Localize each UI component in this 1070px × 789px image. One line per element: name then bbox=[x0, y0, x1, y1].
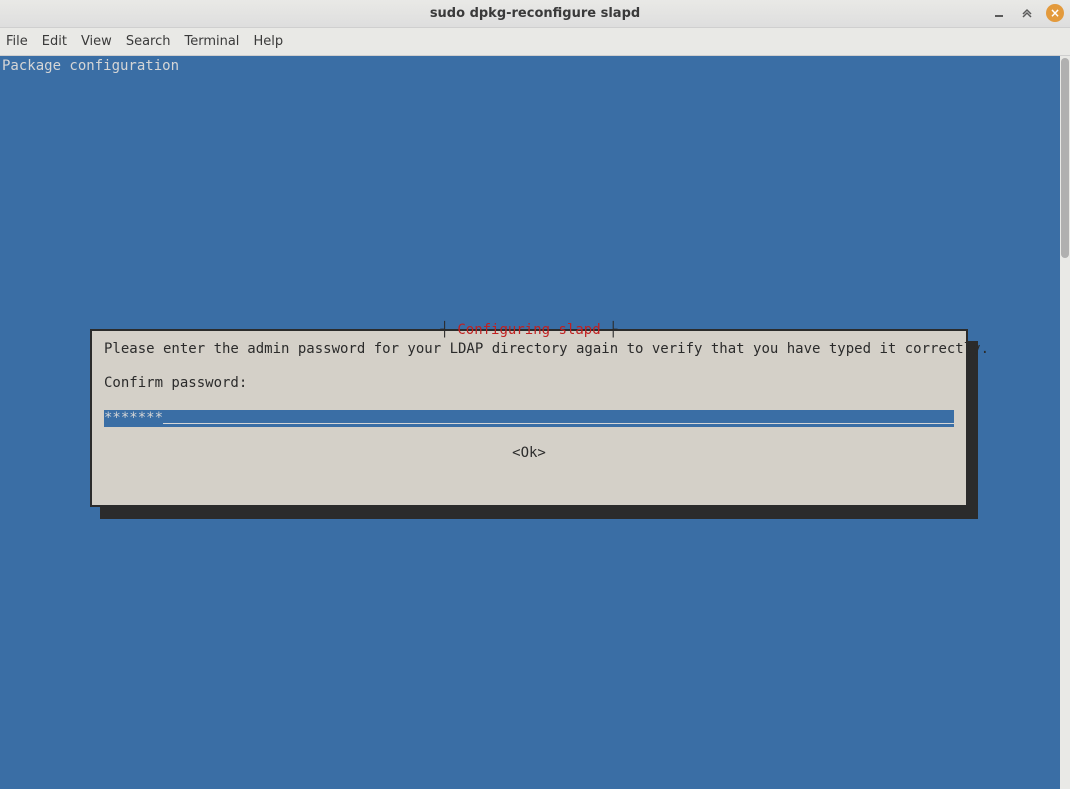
dialog-title-text: Configuring slapd bbox=[457, 322, 600, 338]
menu-edit[interactable]: Edit bbox=[42, 34, 67, 49]
dialog-line1: Please enter the admin password for your… bbox=[104, 341, 989, 357]
password-input[interactable]: ******* bbox=[104, 410, 954, 427]
config-dialog: ┤ Configuring slapd ├ Please enter the a… bbox=[90, 329, 968, 507]
terminal-header-text: Package configuration bbox=[2, 58, 179, 75]
terminal-wrap: Package configuration ┤ Configuring slap… bbox=[0, 56, 1070, 789]
password-value: ******* bbox=[104, 410, 163, 426]
dialog-line2: Confirm password: bbox=[104, 375, 247, 391]
menu-view[interactable]: View bbox=[81, 34, 112, 49]
menu-search[interactable]: Search bbox=[126, 34, 171, 49]
menu-help[interactable]: Help bbox=[253, 34, 283, 49]
menu-terminal[interactable]: Terminal bbox=[184, 34, 239, 49]
dialog-title: ┤ Configuring slapd ├ bbox=[92, 322, 966, 339]
app-window: sudo dpkg-reconfigure slapd × File Edit … bbox=[0, 0, 1070, 789]
ok-button[interactable]: <Ok> bbox=[92, 445, 966, 462]
dialog-body: Please enter the admin password for your… bbox=[104, 341, 954, 392]
window-controls: × bbox=[990, 4, 1064, 22]
window-title: sudo dpkg-reconfigure slapd bbox=[0, 6, 1070, 21]
menubar: File Edit View Search Terminal Help bbox=[0, 28, 1070, 56]
scrollbar-thumb[interactable] bbox=[1061, 58, 1069, 258]
minimize-icon[interactable] bbox=[990, 4, 1008, 22]
maximize-icon[interactable] bbox=[1018, 4, 1036, 22]
close-icon[interactable]: × bbox=[1046, 4, 1064, 22]
scrollbar[interactable] bbox=[1060, 56, 1070, 789]
menu-file[interactable]: File bbox=[6, 34, 28, 49]
terminal-area[interactable]: Package configuration ┤ Configuring slap… bbox=[0, 56, 1060, 789]
titlebar[interactable]: sudo dpkg-reconfigure slapd × bbox=[0, 0, 1070, 28]
